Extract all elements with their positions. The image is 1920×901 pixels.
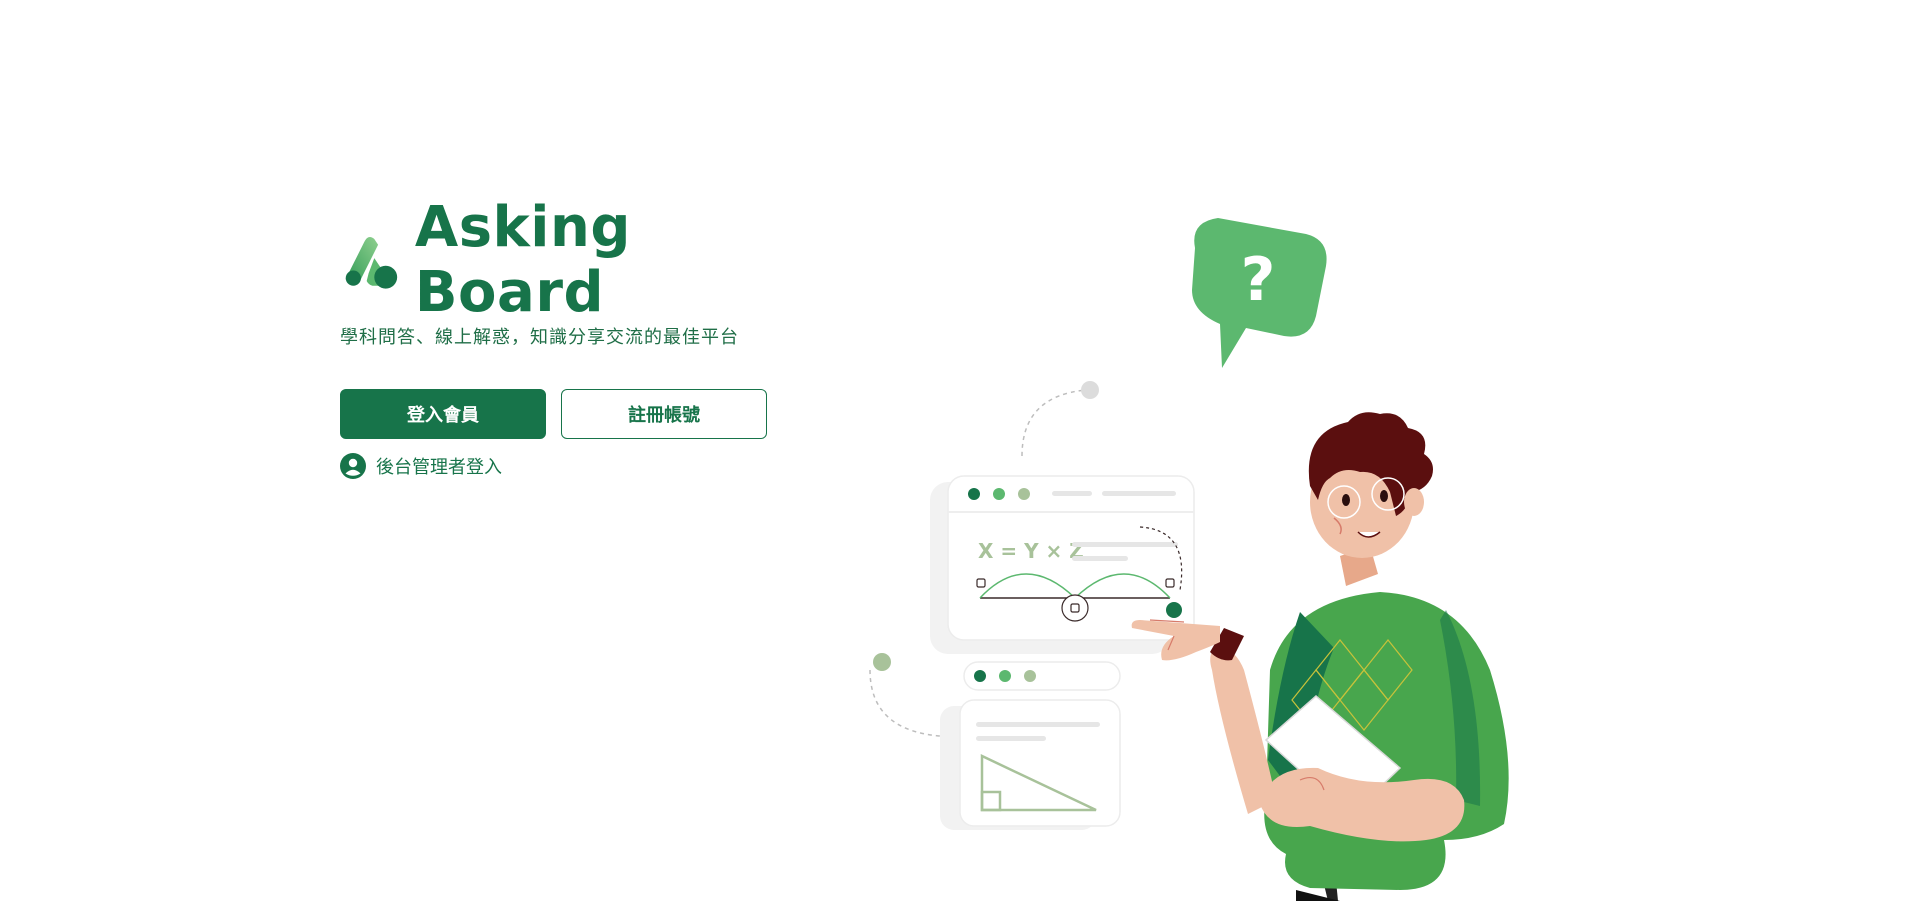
decor-dot xyxy=(1081,381,1099,399)
brand-name: Asking Board xyxy=(414,195,631,325)
decor-dot xyxy=(873,653,891,671)
geometry-card xyxy=(959,699,1121,827)
question-bubble-icon: ? xyxy=(1192,218,1327,368)
formula-text: X = Y × Z xyxy=(978,539,1084,563)
auth-actions: 登入會員 註冊帳號 xyxy=(340,389,820,439)
hero-illustration: ? X = Y × Z xyxy=(869,218,1509,901)
admin-login-label: 後台管理者登入 xyxy=(376,457,502,478)
hero-section: Asking Board 學科問答、線上解惑，知識分享交流的最佳平台 登入會員 … xyxy=(340,195,820,479)
login-button[interactable]: 登入會員 xyxy=(340,389,546,439)
asking-board-logo-icon xyxy=(345,237,398,289)
register-button[interactable]: 註冊帳號 xyxy=(561,389,767,439)
tagline: 學科問答、線上解惑，知識分享交流的最佳平台 xyxy=(340,327,739,348)
admin-login-link[interactable]: 後台管理者登入 xyxy=(340,453,820,479)
brand: Asking Board xyxy=(340,195,820,325)
user-circle-icon xyxy=(340,453,366,479)
formula-card: X = Y × Z xyxy=(947,475,1195,641)
question-mark-glyph: ? xyxy=(1241,245,1276,315)
